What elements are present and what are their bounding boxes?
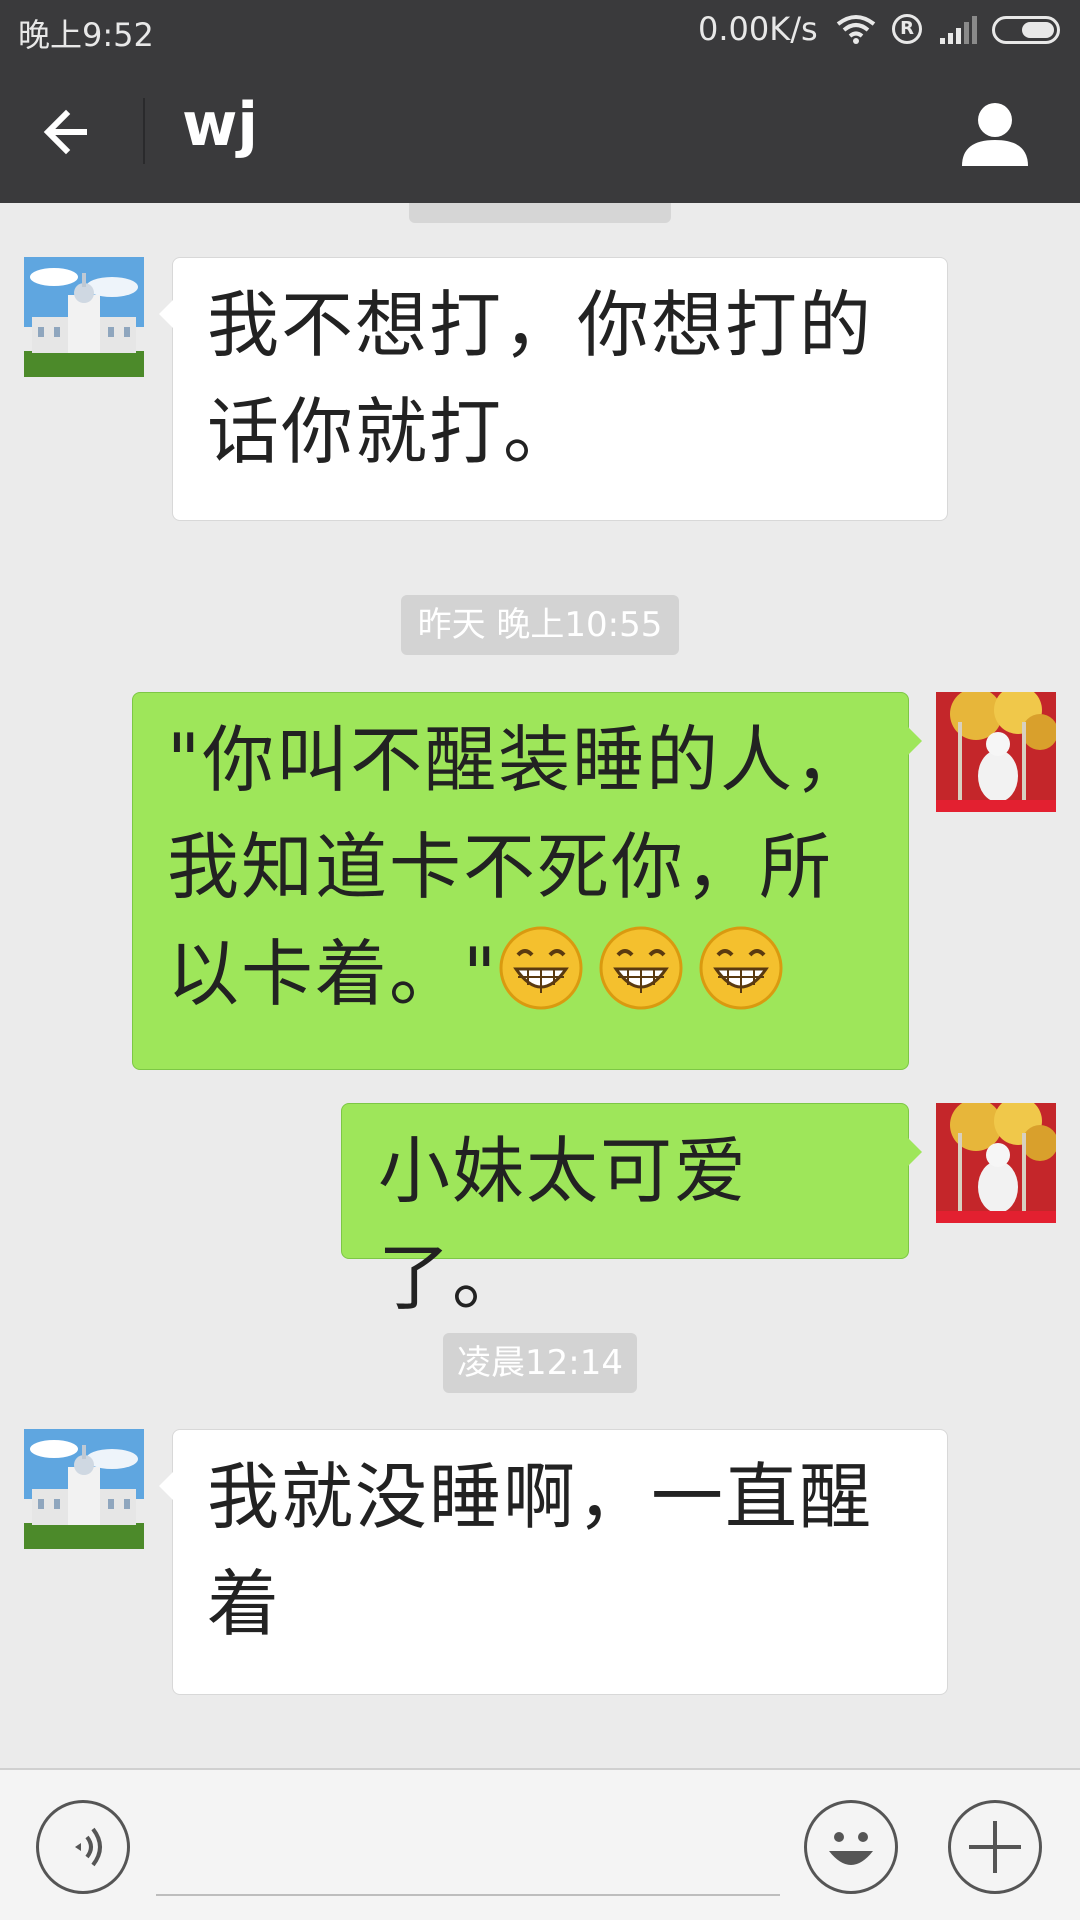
message-bubble-sent[interactable]: 小妹太可爱了。 <box>341 1103 922 1320</box>
input-underline <box>156 1894 780 1896</box>
timestamp-badge-partial <box>409 203 671 223</box>
message-input[interactable] <box>156 1810 784 1892</box>
message-text: 我就没睡啊，一直醒着 <box>207 1455 874 1646</box>
message-bubble-sent[interactable]: "你叫不醒装睡的人，我知道卡不死你，所以卡着。" <box>132 692 922 1070</box>
add-icon <box>969 1821 1021 1873</box>
profile-icon[interactable] <box>960 100 1030 166</box>
grinning-face-icon <box>499 926 583 1010</box>
message-text: 小妹太可爱了。 <box>378 1129 749 1320</box>
battery-icon <box>992 16 1060 44</box>
my-avatar[interactable] <box>936 1103 1056 1223</box>
signal-icon <box>940 16 977 44</box>
status-time: 晚上9:52 <box>18 16 154 54</box>
tree-photo-icon <box>936 692 1056 812</box>
timestamp-badge: 昨天 晚上10:55 <box>401 595 679 655</box>
grinning-face-icon <box>699 926 783 1010</box>
building-photo-icon <box>24 257 144 377</box>
message-text: 我不想打，你想打的话你就打。 <box>207 283 874 474</box>
timestamp-badge: 凌晨12:14 <box>443 1333 637 1393</box>
emoji-group <box>498 926 798 1016</box>
emoji-icon <box>829 1832 873 1865</box>
voice-icon <box>75 1827 102 1867</box>
registered-icon: R <box>892 14 922 44</box>
emoji-button[interactable] <box>804 1800 898 1894</box>
header-divider <box>143 98 145 164</box>
message-bubble-received[interactable]: 我不想打，你想打的话你就打。 <box>159 257 948 521</box>
add-button[interactable] <box>948 1800 1042 1894</box>
message-bubble-received[interactable]: 我就没睡啊，一直醒着 <box>159 1429 948 1695</box>
status-bar: 晚上9:52 0.00K/s R <box>0 0 1080 60</box>
grinning-face-icon <box>599 926 683 1010</box>
wifi-icon <box>836 15 876 44</box>
building-photo-icon <box>24 1429 144 1549</box>
network-speed: 0.00K/s <box>698 10 818 48</box>
input-bar <box>0 1768 1080 1920</box>
back-arrow-icon[interactable] <box>40 100 104 164</box>
tree-photo-icon <box>936 1103 1056 1223</box>
chat-header: wj <box>0 60 1080 203</box>
chat-area[interactable]: 我不想打，你想打的话你就打。 昨天 晚上10:55 "你叫不醒装睡的人，我知道卡… <box>0 203 1080 1768</box>
voice-button[interactable] <box>36 1800 130 1894</box>
chat-title: wj <box>182 90 258 160</box>
contact-avatar[interactable] <box>24 257 144 377</box>
my-avatar[interactable] <box>936 692 1056 812</box>
contact-avatar[interactable] <box>24 1429 144 1549</box>
